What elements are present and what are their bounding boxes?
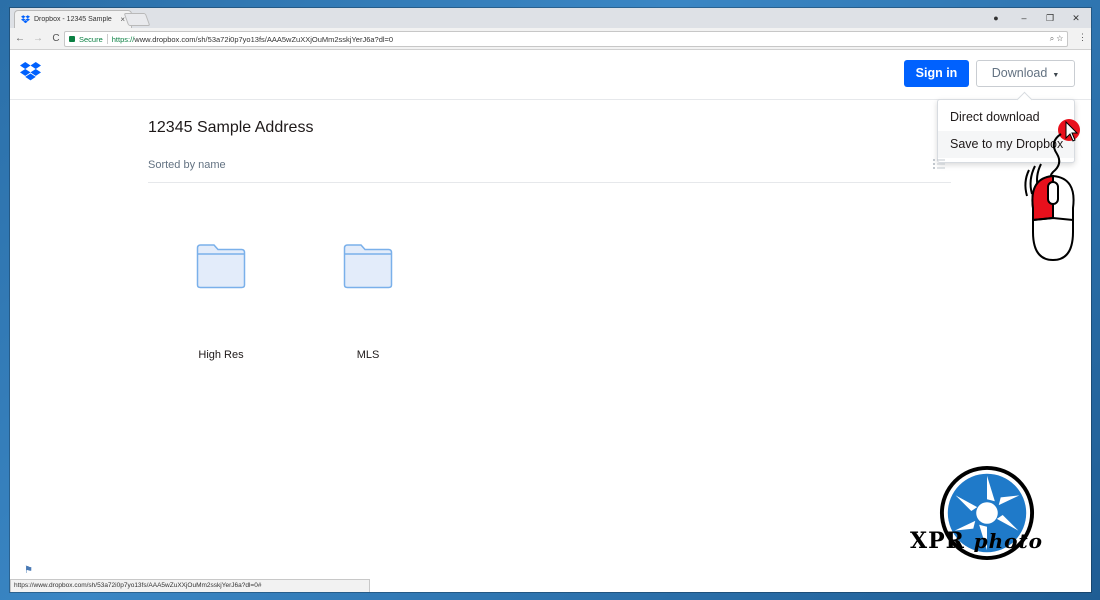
download-button[interactable]: Download ▼ (976, 60, 1075, 87)
folder-name: MLS (356, 349, 380, 361)
folder-item[interactable]: High Res (176, 243, 266, 361)
minimize-button[interactable]: – (1014, 10, 1034, 26)
header-divider (148, 182, 951, 183)
browser-menu-icon[interactable]: ⋮ (1078, 32, 1087, 43)
browser-tab[interactable]: Dropbox - 12345 Sample × (14, 10, 132, 28)
sign-in-button[interactable]: Sign in (904, 60, 969, 87)
reload-icon[interactable]: C (48, 33, 64, 44)
watermark-text: XPR photo (910, 528, 1043, 554)
new-tab-button[interactable] (123, 13, 151, 26)
url-text: www.dropbox.com/sh/53a72i0p7yo13fs/AAA5w… (134, 34, 394, 44)
maximize-button[interactable]: ❐ (1040, 10, 1060, 26)
caret-down-icon: ▼ (1052, 72, 1060, 79)
download-label: Download (991, 66, 1048, 80)
close-window-button[interactable]: ✕ (1066, 10, 1086, 26)
dropbox-logo-icon[interactable] (20, 62, 41, 82)
title-bar: Dropbox - 12345 Sample × ● – ❐ ✕ (10, 8, 1091, 28)
lock-icon (69, 36, 75, 42)
folder-name: High Res (198, 349, 244, 361)
watermark-sub: photo (973, 529, 1044, 553)
secure-label: Secure (79, 34, 103, 44)
address-bar[interactable]: Secure https:// www.dropbox.com/sh/53a72… (64, 31, 1068, 47)
mouse-illustration-icon (1024, 119, 1080, 262)
tab-title: Dropbox - 12345 Sample (34, 16, 112, 23)
browser-toolbar: ← → C Secure https:// www.dropbox.com/sh… (10, 28, 1091, 50)
forward-arrow-icon[interactable]: → (30, 33, 46, 44)
flag-icon: ⚑ (24, 565, 33, 576)
watermark-brand: XPR (910, 528, 965, 554)
url-scheme: https:// (111, 34, 135, 44)
profile-icon[interactable]: ● (986, 10, 1006, 26)
dropbox-favicon-icon (21, 15, 30, 24)
browser-window: Dropbox - 12345 Sample × ● – ❐ ✕ ← → C S… (10, 8, 1091, 592)
dropbox-header: Sign in Download ▼ (10, 50, 1091, 100)
status-bar-url: https://www.dropbox.com/sh/53a72i0p7yo13… (10, 579, 370, 592)
folder-icon (343, 244, 393, 289)
page-title: 12345 Sample Address (148, 119, 314, 136)
folder-item[interactable]: MLS (323, 243, 413, 361)
list-view-icon[interactable] (933, 158, 945, 170)
sort-label[interactable]: Sorted by name (148, 159, 226, 171)
address-separator (106, 34, 108, 44)
zoom-star-icon[interactable]: ⌕ ☆ (1050, 34, 1063, 44)
back-arrow-icon[interactable]: ← (12, 33, 28, 44)
folder-icon (196, 244, 246, 289)
